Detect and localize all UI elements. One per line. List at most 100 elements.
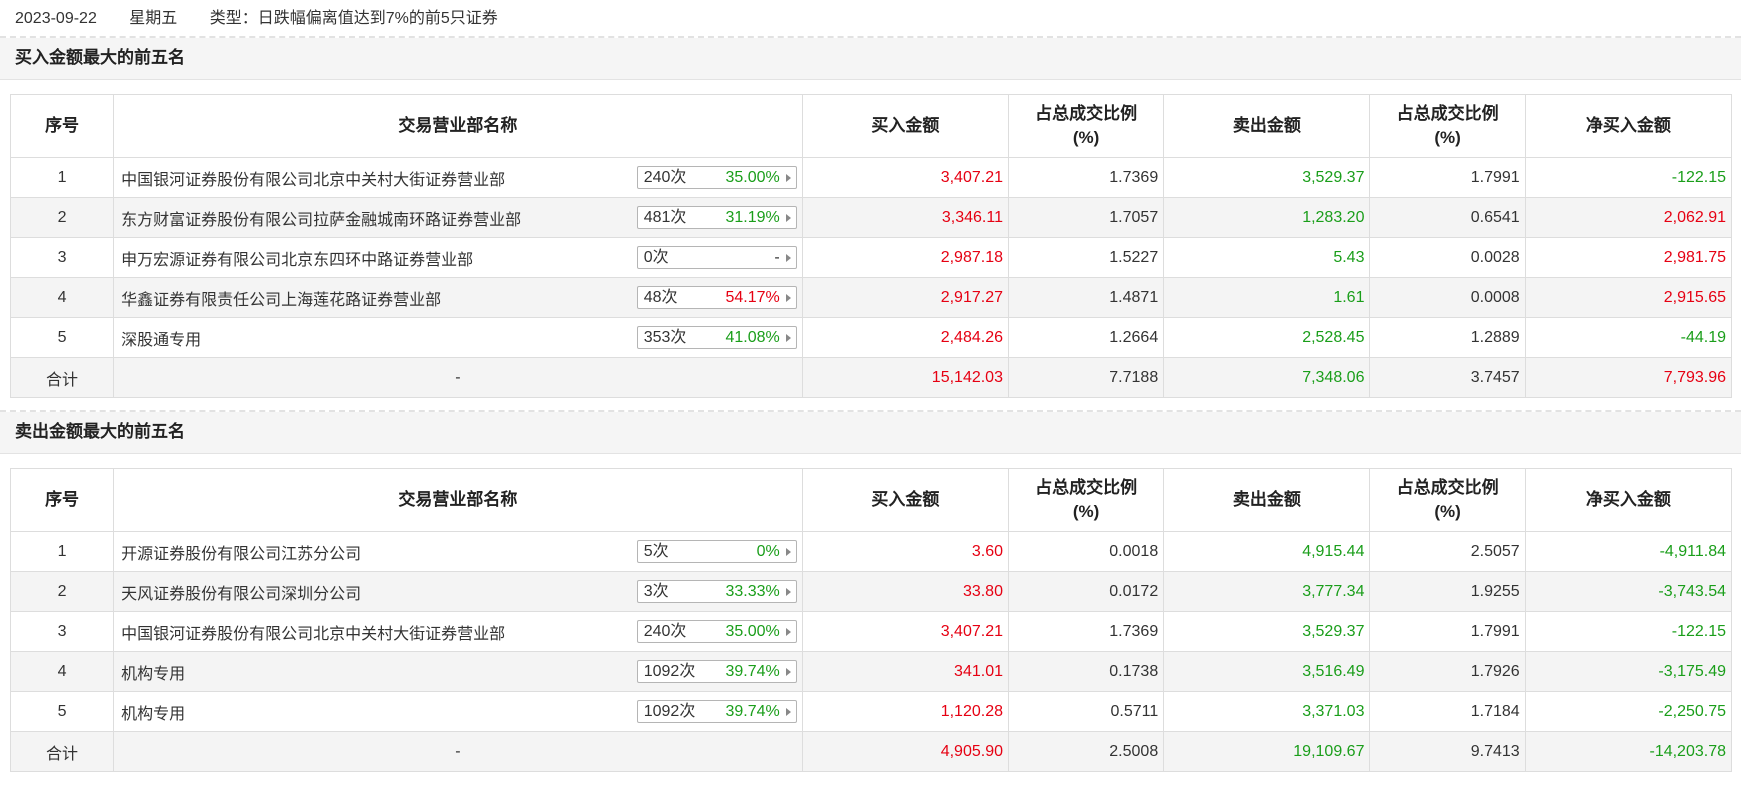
broker-cell[interactable]: 天风证券股份有限公司深圳分公司 3次 33.33% xyxy=(113,571,803,612)
listing-count: 0次 xyxy=(643,249,669,266)
table-header-row: 序号 交易营业部名称 买入金额 占总成交比例 (%) 卖出金额 占总成交比例 (%)… xyxy=(9,468,1733,532)
sell-amount-cell: 5.43 xyxy=(1163,237,1371,278)
win-rate: 39.74% xyxy=(725,703,780,720)
broker-history-button[interactable]: 5次 0% xyxy=(636,540,797,563)
rank-cell: 1 xyxy=(9,531,115,572)
buy-ratio-cell: 0.1738 xyxy=(1007,651,1165,692)
col-buy-ratio-header: 占总成交比例 (%) xyxy=(1007,468,1165,532)
win-rate: 35.00% xyxy=(725,623,780,640)
total-sell-ratio-cell: 3.7457 xyxy=(1369,357,1526,398)
broker-history-button[interactable]: 481次 31.19% xyxy=(636,206,797,229)
chevron-right-icon xyxy=(785,334,791,342)
broker-name-link[interactable]: 机构专用 xyxy=(121,700,185,724)
broker-cell[interactable]: 中国银河证券股份有限公司北京中关村大街证券营业部 240次 35.00% xyxy=(113,611,803,652)
broker-name-link[interactable]: 天风证券股份有限公司深圳分公司 xyxy=(121,580,361,604)
listing-count: 5次 xyxy=(643,543,669,560)
broker-history-button[interactable]: 240次 35.00% xyxy=(636,166,797,189)
broker-history-button[interactable]: 3次 33.33% xyxy=(636,580,797,603)
rank-cell: 2 xyxy=(9,571,115,612)
net-amount-cell: 2,915.65 xyxy=(1524,277,1733,318)
listing-count: 353次 xyxy=(643,329,687,346)
col-sell-amount-header: 卖出金额 xyxy=(1163,94,1371,158)
broker-history-button[interactable]: 353次 41.08% xyxy=(636,326,797,349)
broker-name-link[interactable]: 开源证券股份有限公司江苏分公司 xyxy=(121,540,361,564)
net-amount-cell: -44.19 xyxy=(1524,317,1733,358)
chevron-right-icon xyxy=(785,668,791,676)
broker-name-link[interactable]: 机构专用 xyxy=(121,660,185,684)
col-net-amount-header: 净买入金额 xyxy=(1524,468,1733,532)
net-amount-cell: -122.15 xyxy=(1524,611,1733,652)
buy-ratio-cell: 0.5711 xyxy=(1007,691,1165,732)
broker-cell[interactable]: 机构专用 1092次 39.74% xyxy=(113,651,803,692)
broker-history-button[interactable]: 1092次 39.74% xyxy=(636,700,797,723)
listing-count: 240次 xyxy=(643,169,687,186)
col-net-amount-header: 净买入金额 xyxy=(1524,94,1733,158)
buy-amount-cell: 2,987.18 xyxy=(801,237,1009,278)
broker-history-button[interactable]: 0次 - xyxy=(636,246,797,269)
trade-weekday: 星期五 xyxy=(129,10,178,27)
broker-cell[interactable]: 申万宏源证券有限公司北京东四环中路证券营业部 0次 - xyxy=(113,237,803,278)
chevron-right-icon xyxy=(785,254,791,262)
total-sell-ratio-cell: 9.7413 xyxy=(1369,731,1526,772)
sell-ratio-cell: 0.0008 xyxy=(1369,277,1526,318)
col-buy-ratio-header: 占总成交比例 (%) xyxy=(1007,94,1165,158)
rank-cell: 1 xyxy=(9,157,115,198)
win-rate: 39.74% xyxy=(725,663,780,680)
net-amount-cell: -3,743.54 xyxy=(1524,571,1733,612)
buy-amount-cell: 3,346.11 xyxy=(801,197,1009,238)
table-row: 2 天风证券股份有限公司深圳分公司 3次 33.33% 33.80 0.0172 3,777… xyxy=(9,571,1733,612)
sell-ratio-cell: 1.9255 xyxy=(1369,571,1526,612)
broker-cell[interactable]: 中国银河证券股份有限公司北京中关村大街证券营业部 240次 35.00% xyxy=(113,157,803,198)
total-buy-ratio-cell: 7.7188 xyxy=(1007,357,1165,398)
listing-count: 240次 xyxy=(643,623,687,640)
sell-amount-cell: 2,528.45 xyxy=(1163,317,1371,358)
win-rate: 54.17% xyxy=(725,289,780,306)
trade-date: 2023-09-22 xyxy=(15,10,97,27)
chevron-right-icon xyxy=(785,708,791,716)
buy-amount-cell: 2,484.26 xyxy=(801,317,1009,358)
sell-ratio-cell: 1.7991 xyxy=(1369,611,1526,652)
sell-amount-cell: 4,915.44 xyxy=(1163,531,1371,572)
broker-name-link[interactable]: 申万宏源证券有限公司北京东四环中路证券营业部 xyxy=(121,246,473,270)
rank-cell: 3 xyxy=(9,237,115,278)
sell-ratio-cell: 1.7991 xyxy=(1369,157,1526,198)
broker-history-button[interactable]: 240次 35.00% xyxy=(636,620,797,643)
sell-amount-cell: 3,529.37 xyxy=(1163,611,1371,652)
total-net-amount-cell: 7,793.96 xyxy=(1524,357,1733,398)
win-rate: 41.08% xyxy=(725,329,780,346)
broker-name-link[interactable]: 中国银河证券股份有限公司北京中关村大街证券营业部 xyxy=(121,166,505,190)
rank-cell: 4 xyxy=(9,277,115,318)
broker-cell[interactable]: 机构专用 1092次 39.74% xyxy=(113,691,803,732)
broker-cell[interactable]: 深股通专用 353次 41.08% xyxy=(113,317,803,358)
broker-name-link[interactable]: 华鑫证券有限责任公司上海莲花路证券营业部 xyxy=(121,286,441,310)
col-rank-header: 序号 xyxy=(9,94,115,158)
sell-top5-table: 序号 交易营业部名称 买入金额 占总成交比例 (%) 卖出金额 占总成交比例 (%)… xyxy=(9,468,1733,772)
buy-ratio-cell: 1.7057 xyxy=(1007,197,1165,238)
win-rate: 0% xyxy=(756,543,780,560)
chevron-right-icon xyxy=(785,628,791,636)
total-buy-amount-cell: 15,142.03 xyxy=(801,357,1009,398)
net-amount-cell: 2,981.75 xyxy=(1524,237,1733,278)
buy-ratio-cell: 0.0172 xyxy=(1007,571,1165,612)
sell-ratio-cell: 1.7926 xyxy=(1369,651,1526,692)
broker-history-button[interactable]: 1092次 39.74% xyxy=(636,660,797,683)
broker-name-link[interactable]: 中国银河证券股份有限公司北京中关村大街证券营业部 xyxy=(121,620,505,644)
listing-count: 1092次 xyxy=(643,663,696,680)
col-rank-header: 序号 xyxy=(9,468,115,532)
rank-cell: 5 xyxy=(9,691,115,732)
total-name-cell: - xyxy=(113,731,803,772)
broker-cell[interactable]: 华鑫证券有限责任公司上海莲花路证券营业部 48次 54.17% xyxy=(113,277,803,318)
buy-amount-cell: 33.80 xyxy=(801,571,1009,612)
net-amount-cell: 2,062.91 xyxy=(1524,197,1733,238)
chevron-right-icon xyxy=(785,214,791,222)
broker-cell[interactable]: 东方财富证券股份有限公司拉萨金融城南环路证券营业部 481次 31.19% xyxy=(113,197,803,238)
broker-history-button[interactable]: 48次 54.17% xyxy=(636,286,797,309)
win-rate: 35.00% xyxy=(725,169,780,186)
table-row: 3 申万宏源证券有限公司北京东四环中路证券营业部 0次 - 2,987.18 1.5227… xyxy=(9,237,1733,278)
broker-name-link[interactable]: 深股通专用 xyxy=(121,326,201,350)
broker-name-link[interactable]: 东方财富证券股份有限公司拉萨金融城南环路证券营业部 xyxy=(121,206,521,230)
broker-cell[interactable]: 开源证券股份有限公司江苏分公司 5次 0% xyxy=(113,531,803,572)
sell-amount-cell: 3,371.03 xyxy=(1163,691,1371,732)
table-row: 3 中国银河证券股份有限公司北京中关村大街证券营业部 240次 35.00% 3,407… xyxy=(9,611,1733,652)
table-row: 2 东方财富证券股份有限公司拉萨金融城南环路证券营业部 481次 31.19% 3,34… xyxy=(9,197,1733,238)
